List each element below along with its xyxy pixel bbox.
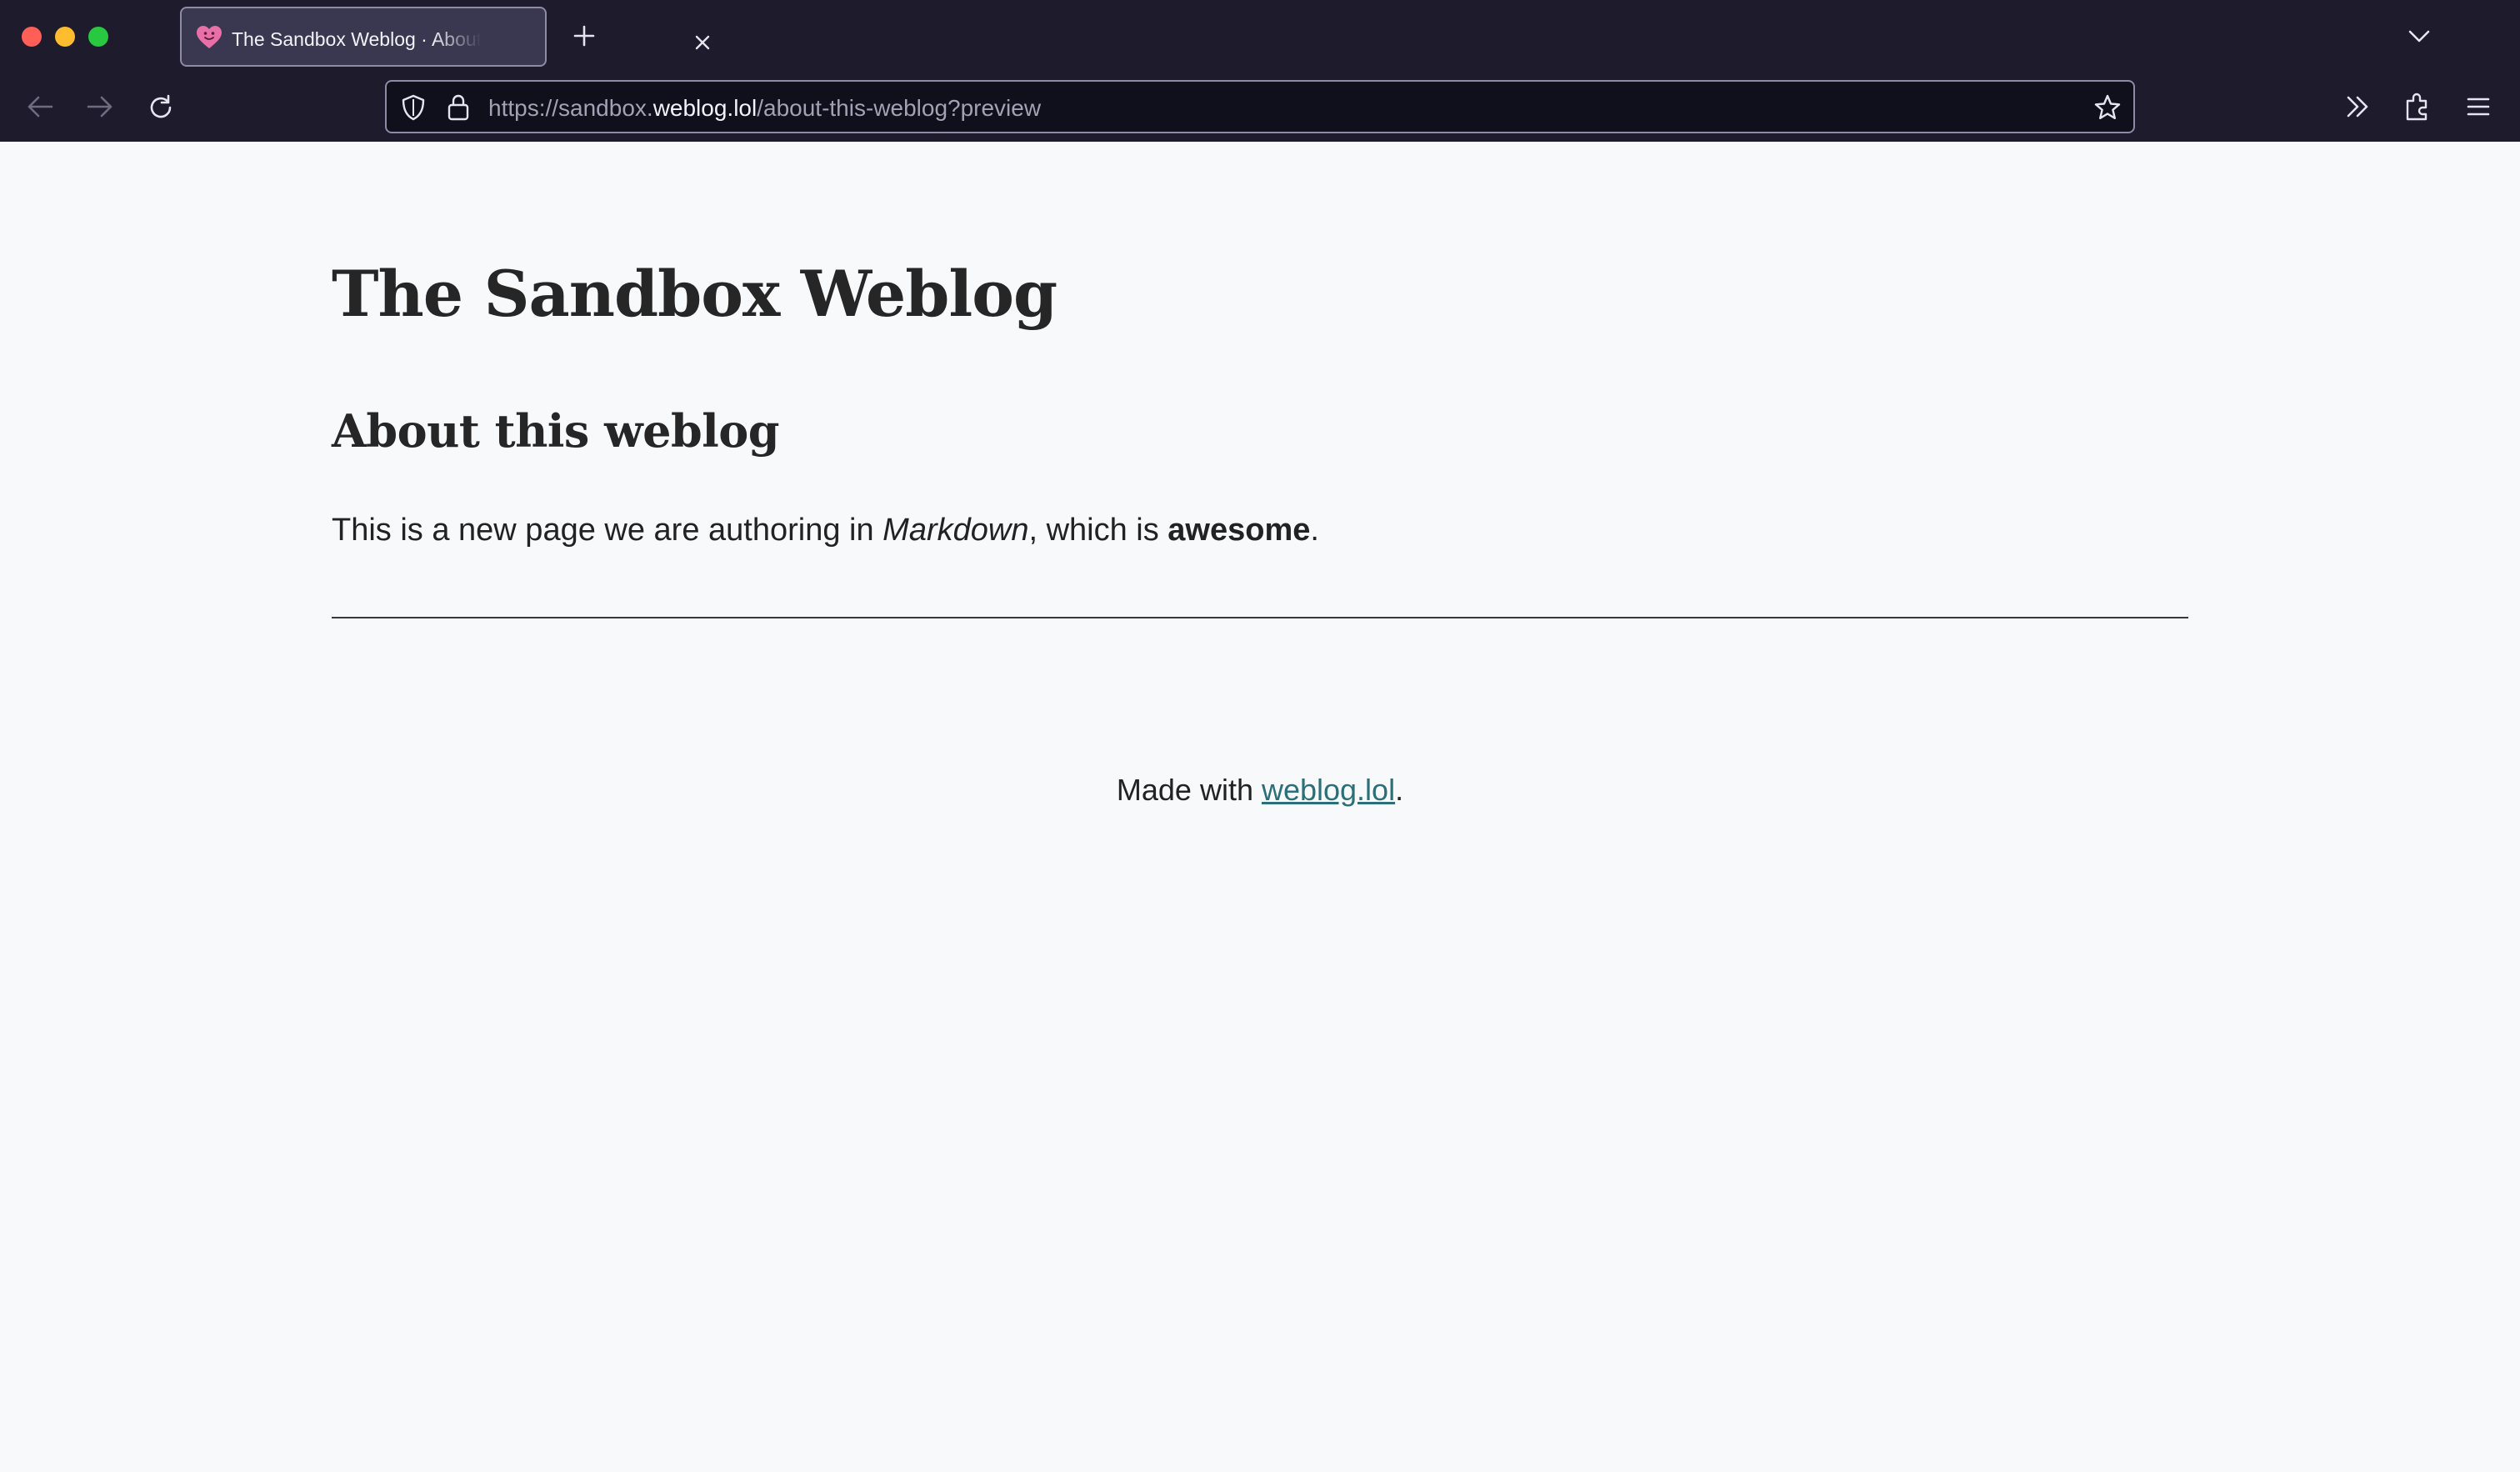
chevron-down-icon[interactable]	[2407, 25, 2432, 47]
address-bar[interactable]: https://sandbox.weblog.lol/about-this-we…	[385, 80, 2135, 133]
heart-smiley-icon	[195, 23, 223, 52]
url-text[interactable]: https://sandbox.weblog.lol/about-this-we…	[488, 95, 1041, 122]
horizontal-rule	[332, 617, 2188, 618]
paragraph-text: This is a new page we are authoring in	[332, 513, 883, 548]
weblog-lol-link[interactable]: weblog.lol	[1262, 773, 1395, 807]
forward-arrow-icon[interactable]	[85, 93, 115, 120]
reload-icon[interactable]	[147, 93, 175, 122]
lock-icon[interactable]	[447, 93, 470, 122]
body-paragraph: This is a new page we are authoring in M…	[332, 507, 1319, 553]
extensions-icon[interactable]	[2403, 92, 2432, 122]
footer-suffix: .	[1395, 773, 1404, 807]
close-icon[interactable]	[692, 32, 713, 53]
plus-icon[interactable]	[572, 23, 597, 48]
back-arrow-icon[interactable]	[25, 93, 55, 120]
site-title[interactable]: The Sandbox Weblog	[332, 257, 1058, 332]
paragraph-text: , which is	[1028, 513, 1168, 548]
footer-prefix: Made with	[1116, 773, 1262, 807]
footer: Made with weblog.lol.	[0, 767, 2520, 814]
page-content: The Sandbox Weblog About this weblog Thi…	[0, 142, 2520, 1472]
url-prefix: https://sandbox.	[488, 95, 653, 121]
window-maximize-button[interactable]	[88, 27, 108, 47]
hamburger-menu-icon[interactable]	[2465, 95, 2492, 118]
overflow-chevrons-icon[interactable]	[2343, 93, 2372, 120]
tab-title: The Sandbox Weblog · About this weblog	[232, 28, 482, 50]
paragraph-strong: awesome	[1168, 513, 1311, 548]
browser-chrome: The Sandbox Weblog · About this weblog	[0, 0, 2520, 142]
window-close-button[interactable]	[22, 27, 42, 47]
paragraph-emphasis: Markdown	[882, 513, 1029, 548]
url-path: /about-this-weblog?preview	[757, 95, 1042, 121]
shield-icon[interactable]	[400, 93, 427, 122]
url-domain: weblog.lol	[652, 95, 758, 121]
page-heading: About this weblog	[332, 404, 779, 458]
window-minimize-button[interactable]	[55, 27, 75, 47]
browser-tab[interactable]: The Sandbox Weblog · About this weblog	[180, 7, 710, 67]
star-icon[interactable]	[2093, 93, 2122, 122]
paragraph-text: .	[1310, 513, 1319, 548]
